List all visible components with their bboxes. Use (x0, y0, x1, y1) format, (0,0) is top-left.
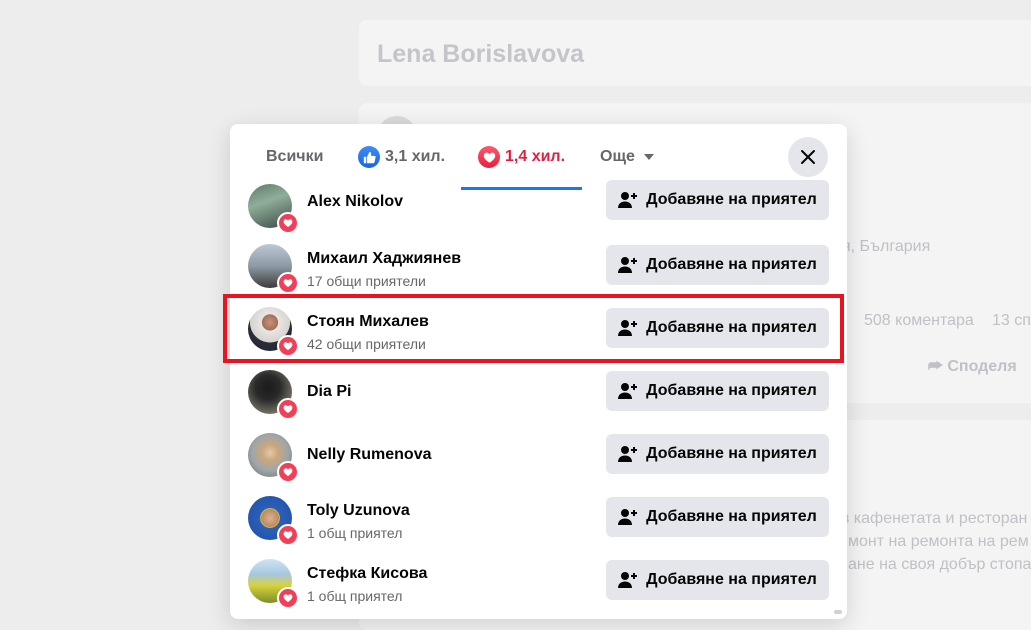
love-badge-icon (277, 335, 299, 357)
add-friend-button[interactable]: Добавяне на приятел (606, 560, 829, 600)
tab-love-count: 1,4 хил. (505, 148, 566, 165)
add-friend-label: Добавяне на приятел (646, 508, 817, 525)
add-friend-button[interactable]: Добавяне на приятел (606, 180, 829, 220)
add-friend-label: Добавяне на приятел (646, 571, 817, 588)
add-friend-button[interactable]: Добавяне на приятел (606, 245, 829, 285)
list-item: Toly Uzunova 1 общ приятел Добавяне на п… (230, 487, 847, 550)
add-friend-label: Добавяне на приятел (646, 445, 817, 462)
reactor-list[interactable]: Alex Nikolov Добавяне на приятел Михаил … (230, 180, 847, 619)
post-text-line: ане на своя добър стопа (848, 556, 1031, 573)
add-friend-icon (618, 509, 638, 525)
love-badge-icon (277, 212, 299, 234)
add-friend-button[interactable]: Добавяне на приятел (606, 434, 829, 474)
add-friend-button[interactable]: Добавяне на приятел (606, 371, 829, 411)
person-name[interactable]: Стоян Михалев (307, 313, 429, 331)
add-friend-icon (618, 446, 638, 462)
person-name[interactable]: Стефка Кисова (307, 565, 427, 583)
add-friend-button[interactable]: Добавяне на приятел (606, 308, 829, 348)
tab-more-label: Още (600, 148, 635, 165)
list-item: Стоян Михалев 42 общи приятели Добавяне … (230, 298, 847, 361)
add-friend-icon (618, 320, 638, 336)
love-badge-icon (277, 524, 299, 546)
love-badge-icon (277, 272, 299, 294)
scrollbar[interactable] (834, 610, 842, 614)
share-label: Споделя (947, 358, 1017, 375)
person-name[interactable]: Михаил Хаджиянев (307, 250, 461, 268)
person-name[interactable]: Toly Uzunova (307, 502, 410, 520)
mutual-friends[interactable]: 1 общ приятел (307, 588, 402, 604)
person-name[interactable]: Alex Nikolov (307, 193, 403, 211)
add-friend-label: Добавяне на приятел (646, 191, 817, 208)
tab-all-label: Всички (266, 148, 324, 165)
add-friend-icon (618, 383, 638, 399)
chevron-down-icon (643, 154, 654, 160)
mutual-friends[interactable]: 17 общи приятели (307, 273, 426, 289)
share-button[interactable]: ⮫ Споделя (928, 358, 1017, 376)
list-item: Alex Nikolov Добавяне на приятел (230, 175, 847, 238)
list-item: Михаил Хаджиянев 17 общи приятели Добавя… (230, 235, 847, 298)
tab-like-count: 3,1 хил. (385, 148, 446, 165)
add-friend-label: Добавяне на приятел (646, 382, 817, 399)
list-item: Стефка Кисова 1 общ приятел Добавяне на … (230, 550, 847, 613)
person-name[interactable]: Dia Pi (307, 383, 351, 401)
shares-count[interactable]: 13 сп (992, 312, 1031, 330)
add-friend-button[interactable]: Добавяне на приятел (606, 497, 829, 537)
add-friend-icon (618, 192, 638, 208)
post-text-line: з кафенетата и ресторан (842, 510, 1028, 527)
close-icon (801, 150, 815, 164)
list-item: Dia Pi Добавяне на приятел (230, 361, 847, 424)
add-friend-label: Добавяне на приятел (646, 256, 817, 273)
add-friend-label: Добавяне на приятел (646, 319, 817, 336)
post-text-line: монт на ремонта на рем (848, 533, 1029, 550)
mutual-friends[interactable]: 1 общ приятел (307, 525, 402, 541)
like-icon (358, 146, 380, 168)
love-badge-icon (277, 587, 299, 609)
location-text: я, България (842, 238, 931, 255)
love-badge-icon (277, 398, 299, 420)
add-friend-icon (618, 257, 638, 273)
share-icon: ⮫ (928, 358, 948, 375)
add-friend-icon (618, 572, 638, 588)
comments-count[interactable]: 508 коментара (864, 312, 974, 330)
mutual-friends[interactable]: 42 общи приятели (307, 336, 426, 352)
profile-name: Lena Borislavova (377, 40, 585, 68)
love-icon (478, 146, 500, 168)
reactions-dialog: Всички 3,1 хил. 1,4 хил. Още Alex Nikolo… (230, 124, 847, 619)
love-badge-icon (277, 461, 299, 483)
person-name[interactable]: Nelly Rumenova (307, 446, 431, 464)
list-item: Nelly Rumenova Добавяне на приятел (230, 424, 847, 487)
close-button[interactable] (788, 137, 828, 177)
